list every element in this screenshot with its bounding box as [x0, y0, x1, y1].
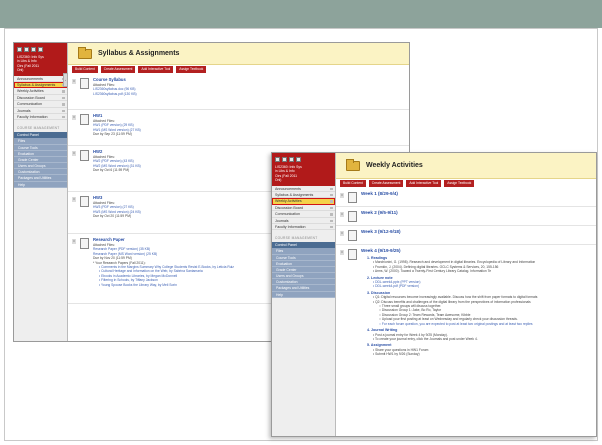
sort-icon[interactable]	[289, 156, 294, 162]
build-content-button[interactable]: Build Content	[72, 66, 98, 73]
assignment-note: Submit HW1 by 9/26 (Sunday)	[367, 352, 592, 356]
document-icon	[80, 78, 89, 89]
refresh-icon[interactable]	[24, 46, 29, 52]
week-link[interactable]: Week 3 (9/12-9/18)	[361, 229, 592, 235]
refresh-icon[interactable]	[282, 156, 287, 162]
attachment-link[interactable]: LIS2360syllabus.pdf (130 KB)	[93, 92, 405, 96]
drag-handle-icon[interactable]: ⇕	[72, 197, 76, 202]
week-item: ⇕ Week 1 (8/29-9/4)	[336, 188, 596, 207]
assign-textbook-button[interactable]: Assign Textbook	[176, 66, 207, 73]
sidebar-tools	[17, 45, 64, 53]
sidebar-item-faculty-info[interactable]: Faculty Information	[14, 114, 67, 121]
view-icon[interactable]	[296, 156, 301, 162]
week-link[interactable]: Week 1 (8/29-9/4)	[361, 191, 592, 197]
week-item: ⇕ Week 3 (9/12-9/18)	[336, 226, 596, 245]
folder-icon	[346, 158, 360, 171]
page-title: Syllabus & Assignments	[98, 50, 180, 57]
add-icon[interactable]	[17, 46, 22, 52]
reading-entry: Arms, W. (2000). Toward a Twenty-First C…	[367, 269, 592, 273]
course-title-line: Onl)	[17, 68, 24, 73]
sort-icon[interactable]	[31, 46, 36, 52]
item-due-date: Due by Sep 23 (11:59 PM)	[93, 132, 132, 137]
drag-handle-icon[interactable]: ⇕	[72, 115, 76, 120]
page-header: Syllabus & Assignments	[68, 43, 409, 65]
course-title-block: LIS2360: Info Sys in Libs & Info Ctrs (F…	[14, 43, 67, 76]
slide-header-band	[0, 0, 602, 28]
folder-item-icon	[348, 230, 357, 241]
drag-handle-icon[interactable]: ⇕	[72, 79, 76, 84]
drag-handle-icon[interactable]: ⇕	[340, 193, 344, 198]
drag-handle-icon[interactable]: ⇕	[340, 250, 344, 255]
folder-item-icon	[348, 249, 357, 260]
sidebar-item-faculty-info[interactable]: Faculty Information	[272, 224, 335, 231]
add-interactive-tool-button[interactable]: Add Interactive Tool	[406, 180, 442, 187]
content-item: ⇕ HW1 Attached Files: HW1 (PDF version) …	[68, 110, 409, 146]
create-assessment-button[interactable]: Create Assessment	[100, 66, 136, 73]
lecture-file-link[interactable]: DDL-week4.pdf (PDF version)	[367, 284, 592, 288]
content-toolbar: Build Content Create Assessment Add Inte…	[68, 65, 409, 74]
assign-textbook-button[interactable]: Assign Textbook	[444, 180, 475, 187]
create-assessment-button[interactable]: Create Assessment	[368, 180, 404, 187]
drag-handle-icon[interactable]: ⇕	[72, 151, 76, 156]
drag-handle-icon[interactable]: ⇕	[72, 239, 76, 244]
folder-item-icon	[348, 211, 357, 222]
course-sidebar: LIS2360: Info Sys in Libs & Info Ctrs (F…	[14, 43, 68, 341]
course-title-line: Onl)	[275, 178, 282, 183]
page-title: Weekly Activities	[366, 162, 423, 169]
page-header: Weekly Activities	[336, 153, 596, 179]
cp-item-help[interactable]: Help	[14, 182, 67, 188]
course-management-label: COURSE MANAGEMENT	[17, 126, 60, 131]
folder-item-icon	[348, 192, 357, 203]
content-area: Weekly Activities Build Content Create A…	[336, 153, 596, 436]
week-link[interactable]: Week 2 (9/5-9/11)	[361, 210, 592, 216]
sidebar-tools	[275, 155, 332, 163]
course-title-block: LIS2360: Info Sys in Libs & Info Ctrs (F…	[272, 153, 335, 186]
drag-handle-icon[interactable]: ⇕	[340, 212, 344, 217]
document-icon	[80, 150, 89, 161]
weekly-activities-screenshot: LIS2360: Info Sys in Libs & Info Ctrs (F…	[271, 152, 597, 437]
content-toolbar: Build Content Create Assessment Add Inte…	[336, 179, 596, 188]
view-icon[interactable]	[38, 46, 43, 52]
document-icon	[80, 238, 89, 249]
content-item: ⇕ Course Syllabus Attached Files: LIS236…	[68, 74, 409, 110]
week4-content: 1. Readings Marchionini, G. (1998). Rese…	[361, 256, 592, 357]
build-content-button[interactable]: Build Content	[340, 180, 366, 187]
week-link[interactable]: Week 4 (9/19-9/25)	[361, 248, 592, 254]
week-item: ⇕ Week 2 (9/5-9/11)	[336, 207, 596, 226]
add-interactive-tool-button[interactable]: Add Interactive Tool	[138, 66, 174, 73]
course-sidebar: LIS2360: Info Sys in Libs & Info Ctrs (F…	[272, 153, 336, 436]
journal-note: To create your journal entry, click the …	[367, 337, 592, 341]
drag-handle-icon[interactable]: ⇕	[340, 231, 344, 236]
course-management-label: COURSE MANAGEMENT	[275, 236, 318, 241]
discussion-note: For each forum question, you are expecte…	[367, 322, 592, 326]
folder-icon	[78, 46, 92, 59]
cp-item-help[interactable]: Help	[272, 292, 335, 298]
week-item: ⇕ Week 4 (9/19-9/25) 1. Readings Marchio…	[336, 245, 596, 420]
document-icon	[80, 114, 89, 125]
document-icon	[80, 196, 89, 207]
add-icon[interactable]	[275, 156, 280, 162]
